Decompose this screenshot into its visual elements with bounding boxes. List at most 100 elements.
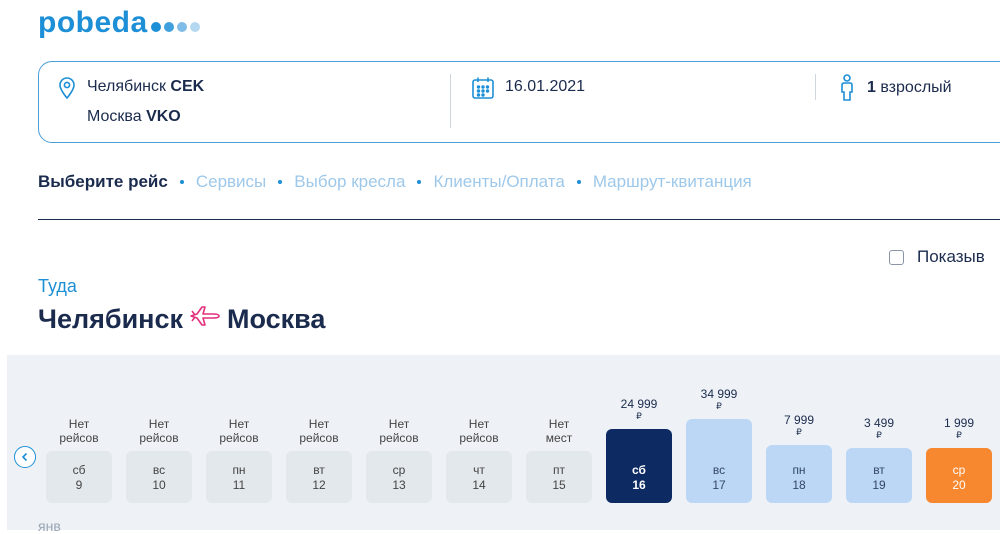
step-clients-payment[interactable]: Клиенты/Оплата (433, 172, 564, 192)
step-separator (576, 180, 581, 184)
calendar-icon (471, 76, 495, 105)
divider (815, 74, 816, 100)
day-12: вт 12 Нет рейсов (286, 355, 352, 503)
day-13: ср 13 Нет рейсов (366, 355, 432, 503)
step-separator (278, 180, 283, 184)
price-label: 34 999 ₽ (686, 387, 752, 411)
day-number: 10 (152, 478, 166, 492)
day-weekday: пн (232, 463, 246, 477)
no-flights-note: Нет рейсов (459, 417, 499, 445)
day-weekday: пн (792, 463, 806, 477)
no-flights-note: Нет рейсов (59, 417, 99, 445)
ruble-icon: ₽ (956, 430, 962, 440)
route-title-from: Челябинск (38, 304, 184, 334)
month-label: янв (38, 518, 61, 534)
direction-label: Туда (38, 276, 77, 296)
steps-divider (38, 219, 1000, 220)
step-select-flight[interactable]: Выберите рейс (38, 172, 168, 192)
day-number: 15 (552, 478, 566, 492)
ruble-icon: ₽ (876, 430, 882, 440)
day-bar: вс 10 (126, 451, 192, 503)
booking-steps: Выберите рейс Сервисы Выбор кресла Клиен… (38, 172, 752, 192)
day-weekday: вс (712, 463, 726, 477)
show-filter[interactable]: Показыв (889, 247, 985, 267)
day-bar: вт 12 (286, 451, 352, 503)
no-flights-note: Нет мест (545, 417, 573, 445)
price-label: 1 999 ₽ (926, 416, 992, 440)
day-number: 11 (232, 478, 246, 492)
day-11: пн 11 Нет рейсов (206, 355, 272, 503)
passengers-count: 1 (867, 79, 876, 96)
step-separator (179, 180, 184, 184)
pobeda-logo[interactable]: pobeda (38, 6, 200, 40)
search-summary[interactable]: Челябинск CEK Москва VKO 16.01.2021 1 вз… (38, 61, 1000, 143)
day-17[interactable]: вс 17 34 999 ₽ (686, 355, 752, 503)
day-number: 17 (712, 478, 726, 492)
day-number: 16 (632, 478, 646, 492)
day-weekday: ср (952, 463, 966, 477)
step-seat-selection[interactable]: Выбор кресла (294, 172, 405, 192)
day-number: 19 (872, 478, 886, 492)
no-flights-note: Нет рейсов (219, 417, 259, 445)
day-19[interactable]: вт 19 3 499 ₽ (846, 355, 912, 503)
day-14: чт 14 Нет рейсов (446, 355, 512, 503)
day-bar[interactable]: пн 18 (766, 445, 832, 503)
ruble-icon: ₽ (636, 411, 642, 421)
day-weekday: вт (873, 463, 885, 477)
step-separator (417, 180, 422, 184)
day-bar: чт 14 (446, 451, 512, 503)
logo-dots (150, 22, 200, 32)
day-price: 24 999 (620, 397, 658, 411)
route-title-to: Москва (227, 304, 326, 334)
day-bar[interactable]: вс 17 (686, 419, 752, 503)
day-weekday: пт (553, 463, 565, 477)
day-bar[interactable]: ср 20 (926, 448, 992, 503)
passenger-icon (839, 74, 855, 107)
day-bar: пт 15 (526, 451, 592, 503)
ruble-icon: ₽ (716, 401, 722, 411)
day-9: сб 9 Нет рейсов (46, 355, 112, 503)
prev-dates-button[interactable] (14, 446, 36, 468)
day-price: 7 999 (783, 413, 815, 427)
step-itinerary-receipt[interactable]: Маршрут-квитанция (593, 172, 752, 192)
departure-date[interactable]: 16.01.2021 (505, 78, 585, 96)
no-flights-note: Нет рейсов (299, 417, 339, 445)
day-weekday: вс (152, 463, 166, 477)
show-checkbox-label: Показыв (917, 247, 985, 266)
logo-text: pobeda (38, 6, 148, 39)
day-20[interactable]: ср 20 1 999 ₽ (926, 355, 992, 503)
day-price: 34 999 (700, 387, 738, 401)
day-number: 18 (792, 478, 806, 492)
route-from[interactable]: Челябинск CEK (87, 78, 204, 96)
map-pin-icon (57, 76, 77, 105)
day-bar: пн 11 (206, 451, 272, 503)
day-bar[interactable]: сб 16 (606, 429, 672, 503)
day-weekday: сб (72, 463, 86, 477)
day-weekday: сб (632, 463, 646, 477)
route-to[interactable]: Москва VKO (87, 108, 181, 126)
route-title: Челябинск Москва (38, 304, 325, 335)
from-city: Челябинск (87, 78, 166, 95)
day-18[interactable]: пн 18 7 999 ₽ (766, 355, 832, 503)
day-bar: сб 9 (46, 451, 112, 503)
to-code: VKO (146, 108, 181, 125)
day-bar: ср 13 (366, 451, 432, 503)
day-number: 14 (472, 478, 486, 492)
chevron-left-icon (21, 452, 28, 462)
from-code: CEK (170, 78, 205, 95)
no-flights-note: Нет рейсов (139, 417, 179, 445)
day-weekday: ср (392, 463, 406, 477)
passengers-label: взрослый (880, 79, 952, 96)
day-number: 9 (75, 478, 83, 492)
step-services[interactable]: Сервисы (196, 172, 266, 192)
show-checkbox[interactable] (889, 249, 904, 265)
ruble-icon: ₽ (796, 427, 802, 437)
logo-dot (176, 22, 187, 32)
day-15: пт 15 Нет мест (526, 355, 592, 503)
passengers[interactable]: 1 взрослый (867, 79, 952, 97)
price-label: 7 999 ₽ (766, 413, 832, 437)
day-bar[interactable]: вт 19 (846, 448, 912, 503)
price-label: 3 499 ₽ (846, 416, 912, 440)
day-weekday: вт (313, 463, 325, 477)
day-16[interactable]: сб 16 24 999 ₽ (606, 355, 672, 503)
